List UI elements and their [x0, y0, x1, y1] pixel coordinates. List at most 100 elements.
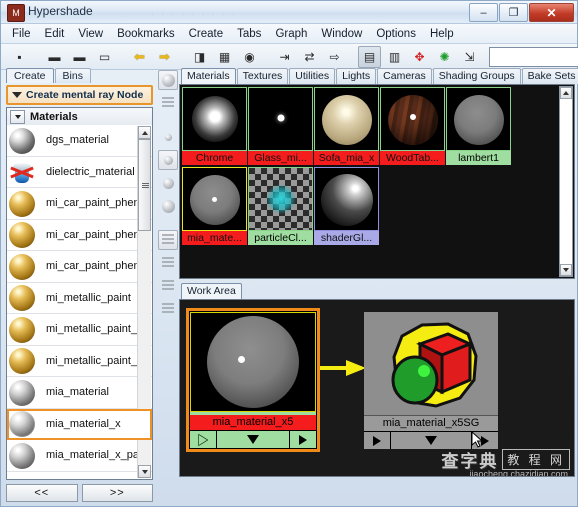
material-swatch-icon — [7, 315, 37, 344]
refresh-swatch-icon[interactable]: ✺ — [433, 46, 456, 68]
swatch-grid[interactable]: Chrome Glass_mi... Sofa_mia_x WoodTab... lam… — [182, 87, 557, 276]
maximize-button[interactable]: ❐ — [499, 3, 528, 22]
list-item[interactable] — [7, 471, 152, 479]
menu-options[interactable]: Options — [369, 26, 423, 42]
back-arrow-icon[interactable]: ⬅ — [128, 46, 151, 68]
menu-bookmarks[interactable]: Bookmarks — [110, 26, 182, 42]
render-swatch-icon[interactable]: ✥ — [408, 46, 431, 68]
swatch-particlecl[interactable]: particleCl... — [248, 167, 313, 247]
list-item[interactable]: mia_material — [7, 377, 152, 409]
scroll-down-icon[interactable] — [138, 465, 151, 478]
minimize-button[interactable]: – — [469, 3, 498, 22]
tab-create[interactable]: Create — [6, 68, 54, 83]
layout-bottom-only-icon[interactable]: ▭ — [93, 46, 116, 68]
list-item[interactable]: mia_material_x — [7, 408, 152, 440]
swatch-chrome[interactable]: Chrome — [182, 87, 247, 167]
toolbar-search-input[interactable] — [489, 46, 578, 67]
list-item[interactable]: mi_car_paint_phen_ — [7, 251, 152, 283]
sort-by-time-icon-glyph — [162, 280, 174, 292]
scrollbar-thumb[interactable] — [138, 139, 151, 231]
tab-utilities[interactable]: Utilities — [289, 68, 336, 84]
list-item[interactable]: dielectric_material — [7, 156, 152, 188]
tab-shading-groups[interactable]: Shading Groups — [432, 68, 521, 84]
materials-list-box: Materials dgs_material dielectric_materia… — [6, 107, 153, 480]
list-item[interactable]: mia_material_x_pass — [7, 440, 152, 472]
list-item-label: mia_material — [46, 386, 109, 399]
node-mia_material_x5SG[interactable]: mia_material_x5SG — [364, 312, 498, 449]
graph-add-selected-icon[interactable]: ▤ — [358, 45, 381, 68]
clear-graph-eraser-icon[interactable]: ◨ — [188, 46, 211, 68]
node-mia_material_x5[interactable]: mia_material_x5 — [186, 308, 320, 452]
menu-file[interactable]: File — [5, 26, 38, 42]
graph-remove-selected-icon[interactable]: ▥ — [383, 46, 406, 68]
show-network-icon[interactable]: ◉ — [238, 46, 261, 68]
swatch-display-icon[interactable] — [158, 70, 178, 90]
scroll-down-icon[interactable] — [560, 264, 572, 276]
scroll-up-icon[interactable] — [560, 87, 572, 99]
materials-list[interactable]: dgs_material dielectric_material mi_car_pa… — [7, 125, 152, 479]
list-item[interactable]: dgs_material — [7, 125, 152, 157]
small-swatch-size-icon[interactable] — [158, 127, 178, 147]
triangle-down-icon[interactable] — [10, 109, 25, 124]
xlarge-swatch-size-icon[interactable] — [158, 196, 178, 216]
work-area-tabs: Work Area — [179, 282, 575, 299]
sort-by-time-icon[interactable] — [158, 276, 178, 296]
swatch-browser[interactable]: Chrome Glass_mi... Sofa_mia_x WoodTab... lam… — [179, 84, 575, 279]
menu-edit[interactable]: Edit — [38, 26, 72, 42]
swatch-sofa_mia_x[interactable]: Sofa_mia_x — [314, 87, 379, 167]
list-item[interactable]: mi_metallic_paint_x — [7, 314, 152, 346]
expand-nodes-icon[interactable]: ⇲ — [458, 46, 481, 68]
tab-lights[interactable]: Lights — [336, 68, 377, 84]
list-item[interactable]: mi_metallic_paint — [7, 282, 152, 314]
list-item[interactable]: mi_car_paint_phen_ — [7, 219, 152, 251]
tab-bins[interactable]: Bins — [54, 68, 91, 83]
forward-arrow-icon[interactable]: ➡ — [153, 46, 176, 68]
materials-list-header[interactable]: Materials — [7, 108, 152, 126]
list-item[interactable]: mi_metallic_paint_x_ — [7, 345, 152, 377]
layout-top-only-icon[interactable]: ▬ — [68, 46, 91, 68]
large-swatch-size-icon[interactable] — [158, 173, 178, 193]
swatch-glass_mi[interactable]: Glass_mi... — [248, 87, 313, 167]
tab-materials[interactable]: Materials — [181, 68, 236, 84]
input-connections-icon[interactable]: ⇥ — [273, 46, 296, 68]
expand-arrow-icon[interactable] — [217, 431, 290, 448]
show-top-bottom-icon[interactable]: ▪ — [8, 46, 31, 68]
sort-by-type-icon[interactable] — [158, 253, 178, 273]
menu-tabs[interactable]: Tabs — [230, 26, 268, 42]
create-mental-ray-node-header[interactable]: Create mental ray Node — [6, 85, 153, 105]
next-page-button[interactable]: >> — [81, 484, 153, 502]
rearrange-graph-icon[interactable]: ▦ — [213, 46, 236, 68]
close-button[interactable]: ✕ — [529, 3, 574, 22]
input-arrow-icon[interactable] — [190, 431, 217, 448]
tab-bake-sets[interactable]: Bake Sets — [521, 68, 578, 84]
scrollbar-track[interactable] — [560, 99, 572, 264]
tab-textures[interactable]: Textures — [236, 68, 289, 84]
tab-work-area[interactable]: Work Area — [181, 283, 242, 299]
swatch-preview — [182, 87, 247, 151]
input-arrow-icon[interactable] — [364, 432, 391, 449]
layout-both-icon[interactable]: ▬ — [43, 46, 66, 68]
swatch-lambert1[interactable]: lambert1 — [446, 87, 511, 167]
swatch-woodtab[interactable]: WoodTab... — [380, 87, 445, 167]
menu-window[interactable]: Window — [314, 26, 369, 42]
swatch-mia_mate[interactable]: mia_mate... — [182, 167, 247, 247]
prev-page-button[interactable]: << — [6, 484, 78, 502]
swatch-scrollbar[interactable] — [559, 86, 573, 277]
sort-alphabetical-icon[interactable] — [158, 230, 178, 250]
menu-view[interactable]: View — [71, 26, 110, 42]
menu-help[interactable]: Help — [423, 26, 461, 42]
output-arrow-icon[interactable] — [290, 431, 316, 448]
scroll-up-icon[interactable] — [138, 126, 151, 139]
tab-cameras[interactable]: Cameras — [377, 68, 432, 84]
list-display-icon[interactable] — [158, 93, 178, 113]
sort-reverse-icon[interactable] — [158, 299, 178, 319]
menu-create[interactable]: Create — [182, 26, 231, 42]
menu-graph[interactable]: Graph — [268, 26, 314, 42]
medium-swatch-size-icon[interactable] — [158, 150, 178, 170]
input-output-connections-icon[interactable]: ⇄ — [298, 46, 321, 68]
output-connections-icon[interactable]: ⇨ — [323, 46, 346, 68]
list-item-label: mi_metallic_paint_x — [46, 323, 143, 336]
work-area-canvas[interactable]: mia_material_x5 mia_material_x5SG 查字典 教 … — [179, 299, 575, 477]
list-item[interactable]: mi_car_paint_phen — [7, 188, 152, 220]
swatch-shadergl[interactable]: shaderGl... — [314, 167, 379, 247]
